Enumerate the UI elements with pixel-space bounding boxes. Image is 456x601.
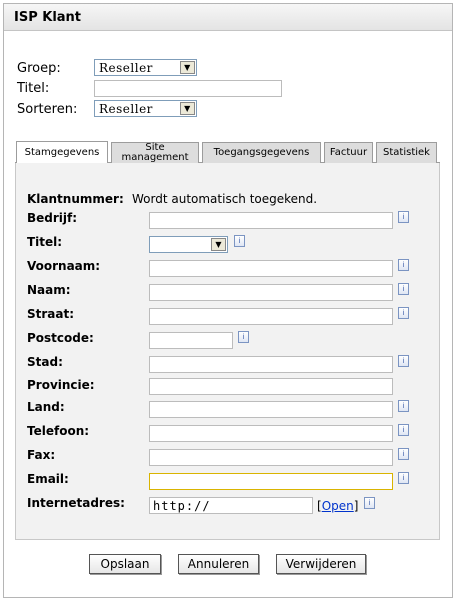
group-label: Groep: [17, 61, 61, 76]
tab-label: Stamgegevens [24, 146, 100, 158]
save-button[interactable]: Opslaan [89, 554, 161, 574]
cancel-button[interactable]: Annuleren [178, 554, 259, 574]
titel-select[interactable]: ▼ [149, 236, 228, 253]
window-title: ISP Klant [14, 10, 82, 25]
group-select-value: Reseller [99, 61, 153, 75]
sort-label: Sorteren: [17, 102, 78, 117]
info-icon[interactable]: i [398, 307, 409, 319]
sort-select[interactable]: Reseller ▼ [94, 100, 197, 117]
internetadres-input[interactable] [149, 497, 313, 514]
window-titlebar: ISP Klant [4, 4, 452, 31]
klantnummer-label: Klantnummer: [27, 192, 124, 206]
info-icon[interactable]: i [398, 472, 409, 484]
info-icon[interactable]: i [398, 448, 409, 460]
info-icon[interactable]: i [398, 424, 409, 436]
info-icon[interactable]: i [364, 497, 375, 509]
bedrijf-input[interactable] [149, 212, 393, 229]
info-icon[interactable]: i [398, 283, 409, 295]
chevron-down-icon[interactable]: ▼ [180, 61, 195, 74]
land-input[interactable] [149, 401, 393, 418]
delete-button[interactable]: Verwijderen [276, 554, 366, 574]
provincie-input[interactable] [149, 378, 393, 395]
field-label: Titel: [27, 235, 63, 249]
tab-label: Toegangsgegevens [213, 147, 310, 158]
info-icon[interactable]: i [234, 235, 245, 247]
tab-label: Site management [121, 142, 189, 163]
voornaam-input[interactable] [149, 260, 393, 277]
field-label: Fax: [27, 448, 56, 462]
email-input[interactable] [149, 473, 393, 490]
tab-toegangsgegevens[interactable]: Toegangsgegevens [202, 142, 321, 163]
field-label: Bedrijf: [27, 211, 78, 225]
field-label: Stad: [27, 355, 63, 369]
straat-input[interactable] [149, 308, 393, 325]
open-link-text[interactable]: Open [322, 499, 354, 513]
field-label: Telefoon: [27, 424, 90, 438]
info-icon[interactable]: i [398, 259, 409, 271]
chevron-down-icon[interactable]: ▼ [180, 102, 195, 115]
field-label: Naam: [27, 283, 71, 297]
stad-input[interactable] [149, 356, 393, 373]
info-icon[interactable]: i [398, 355, 409, 367]
group-select[interactable]: Reseller ▼ [94, 59, 197, 76]
sort-select-value: Reseller [99, 102, 153, 116]
field-label: Voornaam: [27, 259, 101, 273]
field-label: Internetadres: [27, 496, 125, 510]
tab-statistiek[interactable]: Statistiek [376, 142, 437, 163]
field-label: Straat: [27, 307, 75, 321]
field-label: Provincie: [27, 378, 95, 392]
tab-factuur[interactable]: Factuur [324, 142, 373, 163]
tab-site-management[interactable]: Site management [111, 142, 199, 163]
tab-label: Factuur [329, 147, 368, 158]
klantnummer-value: Wordt automatisch toegekend. [132, 192, 318, 206]
title-filter-label: Titel: [17, 81, 50, 96]
fax-input[interactable] [149, 449, 393, 466]
info-icon[interactable]: i [238, 331, 249, 343]
open-link[interactable]: [Open] [317, 499, 358, 513]
tab-stamgegevens[interactable]: Stamgegevens [16, 141, 108, 163]
chevron-down-icon[interactable]: ▼ [211, 238, 226, 251]
telefoon-input[interactable] [149, 425, 393, 442]
field-label: Email: [27, 472, 69, 486]
tab-label: Statistiek [383, 147, 430, 158]
info-icon[interactable]: i [398, 211, 409, 223]
postcode-input[interactable] [149, 332, 233, 349]
field-label: Land: [27, 400, 65, 414]
naam-input[interactable] [149, 284, 393, 301]
tab-bar: Stamgegevens Site management Toegangsgeg… [15, 140, 440, 163]
info-icon[interactable]: i [398, 400, 409, 412]
field-label: Postcode: [27, 331, 94, 345]
title-filter-input[interactable] [94, 80, 282, 97]
